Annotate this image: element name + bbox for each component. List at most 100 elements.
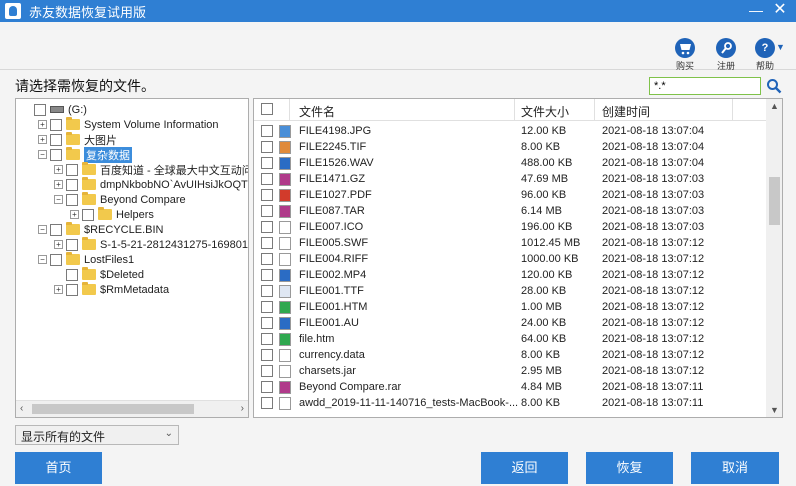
tree-item-checkbox[interactable] bbox=[82, 208, 94, 221]
file-checkbox[interactable] bbox=[261, 317, 273, 329]
tree-item[interactable]: − $RECYCLE.BIN bbox=[38, 222, 163, 237]
file-checkbox[interactable] bbox=[261, 381, 273, 393]
tree-item[interactable]: + System Volume Information bbox=[38, 117, 219, 132]
file-row[interactable]: FILE001.TTF 28.00 KB 2021-08-18 13:07:12 bbox=[254, 283, 766, 299]
tree-item-checkbox[interactable] bbox=[50, 118, 62, 131]
home-button[interactable]: 首页 bbox=[15, 452, 102, 484]
file-checkbox[interactable] bbox=[261, 157, 273, 169]
tree-item[interactable]: − Beyond Compare bbox=[54, 192, 186, 207]
column-size[interactable]: 文件大小 bbox=[521, 103, 569, 120]
file-row[interactable]: FILE2245.TIF 8.00 KB 2021-08-18 13:07:04 bbox=[254, 139, 766, 155]
register-button[interactable]: 注册 bbox=[711, 38, 741, 72]
file-row[interactable]: FILE001.HTM 1.00 MB 2021-08-18 13:07:12 bbox=[254, 299, 766, 315]
file-row[interactable]: file.htm 64.00 KB 2021-08-18 13:07:12 bbox=[254, 331, 766, 347]
file-row[interactable]: FILE004.RIFF 1000.00 KB 2021-08-18 13:07:1… bbox=[254, 251, 766, 267]
file-checkbox[interactable] bbox=[261, 301, 273, 313]
tree-item[interactable]: + Helpers bbox=[70, 207, 154, 222]
file-row[interactable]: FILE005.SWF 1012.45 MB 2021-08-18 13:07:12 bbox=[254, 235, 766, 251]
collapse-icon[interactable]: − bbox=[38, 225, 47, 234]
collapse-icon[interactable]: − bbox=[54, 195, 63, 204]
scroll-down-icon[interactable]: ▼ bbox=[770, 405, 779, 415]
file-row[interactable]: FILE002.MP4 120.00 KB 2021-08-18 13:07:12 bbox=[254, 267, 766, 283]
file-row[interactable]: FILE1027.PDF 96.00 KB 2021-08-18 13:07:03 bbox=[254, 187, 766, 203]
file-row[interactable]: FILE1526.WAV 488.00 KB 2021-08-18 13:07:04 bbox=[254, 155, 766, 171]
file-checkbox[interactable] bbox=[261, 141, 273, 153]
file-row[interactable]: FILE4198.JPG 12.00 KB 2021-08-18 13:07:04 bbox=[254, 123, 766, 139]
expand-icon[interactable]: + bbox=[54, 165, 63, 174]
tree-item-checkbox[interactable] bbox=[34, 103, 46, 116]
file-created: 2021-08-18 13:07:12 bbox=[602, 301, 705, 313]
tree-item-checkbox[interactable] bbox=[50, 253, 62, 266]
file-checkbox[interactable] bbox=[261, 189, 273, 201]
tree-item[interactable]: − LostFiles1 bbox=[38, 252, 134, 267]
file-checkbox[interactable] bbox=[261, 237, 273, 249]
file-checkbox[interactable] bbox=[261, 397, 273, 409]
tree-horizontal-scrollbar[interactable]: ‹ › bbox=[16, 400, 248, 417]
buy-button[interactable]: 购买 bbox=[670, 38, 700, 72]
back-button[interactable]: 返回 bbox=[481, 452, 568, 484]
scroll-left-icon[interactable]: ‹ bbox=[20, 403, 23, 414]
tree-item[interactable]: − 复杂数据 bbox=[38, 146, 132, 163]
column-name[interactable]: 文件名 bbox=[299, 103, 335, 120]
file-checkbox[interactable] bbox=[261, 333, 273, 345]
scroll-up-icon[interactable]: ▲ bbox=[770, 101, 779, 111]
tree-item-checkbox[interactable] bbox=[50, 223, 62, 236]
tree-item[interactable]: + 百度知道 - 全球最大中文互动问答 bbox=[54, 162, 248, 177]
help-dropdown-icon[interactable]: ▼ bbox=[776, 42, 785, 52]
tree-item-checkbox[interactable] bbox=[66, 283, 78, 296]
file-checkbox[interactable] bbox=[261, 349, 273, 361]
recover-button[interactable]: 恢复 bbox=[586, 452, 673, 484]
file-row[interactable]: charsets.jar 2.95 MB 2021-08-18 13:07:12 bbox=[254, 363, 766, 379]
tree-item[interactable]: + $RmMetadata bbox=[54, 282, 169, 297]
tree-item-checkbox[interactable] bbox=[66, 238, 78, 251]
tree-item-checkbox[interactable] bbox=[50, 133, 62, 146]
cancel-button[interactable]: 取消 bbox=[691, 452, 779, 484]
file-row[interactable]: FILE1471.GZ 47.69 MB 2021-08-18 13:07:03 bbox=[254, 171, 766, 187]
file-checkbox[interactable] bbox=[261, 285, 273, 297]
search-input[interactable] bbox=[649, 77, 761, 95]
tree-item-checkbox[interactable] bbox=[66, 193, 78, 206]
file-row[interactable]: awdd_2019-11-11-140716_tests-MacBook-...… bbox=[254, 395, 766, 411]
scroll-thumb[interactable] bbox=[769, 177, 780, 225]
collapse-icon[interactable]: − bbox=[38, 255, 47, 264]
select-all-checkbox[interactable] bbox=[261, 103, 273, 115]
expand-icon[interactable]: + bbox=[70, 210, 79, 219]
tree-item[interactable]: $Deleted bbox=[54, 267, 144, 282]
file-checkbox[interactable] bbox=[261, 205, 273, 217]
file-checkbox[interactable] bbox=[261, 365, 273, 377]
scroll-right-icon[interactable]: › bbox=[241, 403, 244, 414]
file-checkbox[interactable] bbox=[261, 221, 273, 233]
file-list[interactable]: 文件名 文件大小 创建时间 FILE4198.JPG 12.00 KB 2021-0… bbox=[253, 98, 783, 418]
file-checkbox[interactable] bbox=[261, 173, 273, 185]
tree-item-checkbox[interactable] bbox=[66, 163, 78, 176]
expand-icon[interactable]: + bbox=[54, 285, 63, 294]
minimize-button[interactable]: — bbox=[744, 0, 768, 22]
expand-icon[interactable]: + bbox=[38, 120, 47, 129]
expand-icon[interactable]: + bbox=[38, 135, 47, 144]
tree-item[interactable]: + dmpNkbobNO`AvUIHsiJkOQTdxdcp bbox=[54, 177, 248, 192]
scroll-thumb[interactable] bbox=[32, 404, 194, 414]
tree-item[interactable]: + S-1-5-21-2812431275-1698017256 bbox=[54, 237, 248, 252]
file-checkbox[interactable] bbox=[261, 269, 273, 281]
expand-icon[interactable]: + bbox=[54, 180, 63, 189]
file-row[interactable]: currency.data 8.00 KB 2021-08-18 13:07:12 bbox=[254, 347, 766, 363]
file-row[interactable]: FILE007.ICO 196.00 KB 2021-08-18 13:07:03 bbox=[254, 219, 766, 235]
tree-item-checkbox[interactable] bbox=[66, 178, 78, 191]
tree-item-checkbox[interactable] bbox=[50, 148, 62, 161]
file-filter-select[interactable]: 显示所有的文件 ⌄ bbox=[15, 425, 179, 445]
tree-item[interactable]: + 大图片 bbox=[38, 132, 117, 147]
file-checkbox[interactable] bbox=[261, 125, 273, 137]
folder-tree[interactable]: (G:) + System Volume Information + 大图片 − 复杂数据 +… bbox=[15, 98, 249, 418]
file-row[interactable]: Beyond Compare.rar 4.84 MB 2021-08-18 13:0… bbox=[254, 379, 766, 395]
tree-item[interactable]: (G:) bbox=[22, 102, 87, 117]
collapse-icon[interactable]: − bbox=[38, 150, 47, 159]
file-row[interactable]: FILE001.AU 24.00 KB 2021-08-18 13:07:12 bbox=[254, 315, 766, 331]
close-button[interactable]: ✕ bbox=[768, 0, 792, 22]
expand-icon[interactable]: + bbox=[54, 240, 63, 249]
file-list-vertical-scrollbar[interactable]: ▲ ▼ bbox=[766, 99, 782, 417]
tree-item-checkbox[interactable] bbox=[66, 268, 78, 281]
column-created[interactable]: 创建时间 bbox=[602, 103, 650, 120]
file-row[interactable]: FILE087.TAR 6.14 MB 2021-08-18 13:07:03 bbox=[254, 203, 766, 219]
search-icon[interactable] bbox=[766, 78, 782, 94]
file-checkbox[interactable] bbox=[261, 253, 273, 265]
